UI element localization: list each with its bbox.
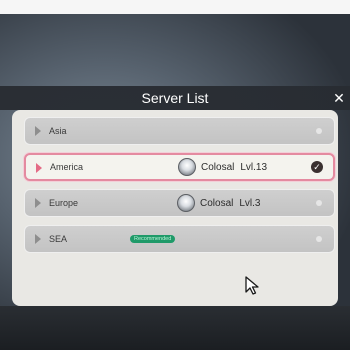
server-row-america[interactable]: America Colosal Lvl.13 ✓ xyxy=(24,153,335,181)
cursor-icon xyxy=(245,276,259,295)
server-row-europe[interactable]: Europe Colosal Lvl.3 xyxy=(24,189,335,217)
server-name: Europe xyxy=(49,198,79,208)
server-name: Asia xyxy=(49,126,67,136)
close-icon[interactable]: ✕ xyxy=(331,90,347,106)
triangle-marker-icon xyxy=(35,198,41,208)
character-name: Colosal xyxy=(201,161,235,173)
top-strip xyxy=(0,0,350,14)
avatar xyxy=(177,194,195,212)
server-name: SEA xyxy=(49,234,68,244)
triangle-marker-icon xyxy=(35,234,41,244)
status-dot xyxy=(316,200,322,206)
recommended-badge: Recommended xyxy=(130,235,176,243)
triangle-marker-icon xyxy=(36,163,42,173)
server-row-asia[interactable]: Asia xyxy=(24,117,335,145)
triangle-marker-icon xyxy=(35,126,41,136)
modal-title: Server List xyxy=(141,90,209,106)
bottom-area xyxy=(0,306,350,350)
status-dot xyxy=(316,128,322,134)
character-info: Colosal Lvl.13 xyxy=(178,155,267,179)
server-name: America xyxy=(50,162,84,172)
avatar xyxy=(178,158,196,176)
character-name: Colosal xyxy=(200,197,234,209)
character-info: Colosal Lvl.3 xyxy=(177,190,260,216)
status-dot xyxy=(316,236,322,242)
character-level: Lvl.3 xyxy=(239,197,261,209)
character-level: Lvl.13 xyxy=(240,161,268,173)
check-icon: ✓ xyxy=(311,161,323,173)
server-row-sea[interactable]: SEA Recommended xyxy=(24,225,335,253)
